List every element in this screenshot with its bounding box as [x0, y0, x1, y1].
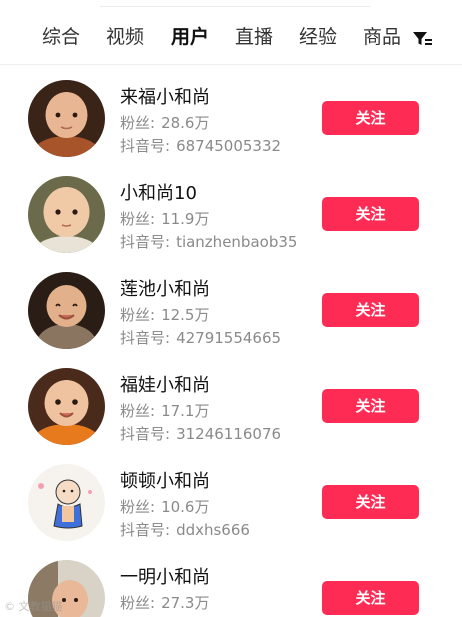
- fans-count: 粉丝: 12.5万: [120, 304, 209, 325]
- douyin-id: 抖音号: 42791554665: [120, 327, 281, 348]
- fans-label: 粉丝:: [120, 594, 156, 612]
- follow-button[interactable]: 关注: [322, 581, 419, 615]
- user-row[interactable]: 莲池小和尚 粉丝: 12.5万 抖音号: 42791554665 关注: [0, 258, 462, 354]
- watermark: © 文教猫猫: [4, 600, 63, 613]
- tab-users[interactable]: 用户: [171, 24, 209, 50]
- filter-icon[interactable]: [411, 28, 433, 50]
- douyin-value: 31246116076: [176, 425, 282, 443]
- user-name: 福娃小和尚: [120, 375, 210, 396]
- tab-comprehensive[interactable]: 综合: [42, 24, 80, 50]
- douyin-label: 抖音号:: [120, 521, 171, 539]
- user-name: 来福小和尚: [120, 87, 210, 108]
- user-name: 一明小和尚: [120, 567, 210, 588]
- fans-count: 粉丝: 17.1万: [120, 400, 209, 421]
- douyin-label: 抖音号:: [120, 137, 171, 155]
- douyin-value: 42791554665: [176, 329, 282, 347]
- fans-label: 粉丝:: [120, 114, 156, 132]
- avatar[interactable]: [28, 272, 105, 349]
- douyin-label: 抖音号:: [120, 425, 171, 443]
- douyin-label: 抖音号:: [120, 329, 171, 347]
- tab-experience[interactable]: 经验: [299, 24, 337, 50]
- fans-count: 粉丝: 28.6万: [120, 112, 209, 133]
- fans-label: 粉丝:: [120, 210, 156, 228]
- top-divider: [100, 6, 370, 7]
- fans-count: 粉丝: 27.3万: [120, 592, 209, 613]
- douyin-id: 抖音号: 31246116076: [120, 423, 281, 444]
- douyin-value: ddxhs666: [176, 521, 250, 539]
- search-results-screen: 综合 视频 用户 直播 经验 商品 来福小和尚 粉丝: 28.6万 抖音号: 6…: [0, 0, 462, 617]
- user-name: 莲池小和尚: [120, 279, 210, 300]
- follow-button[interactable]: 关注: [322, 389, 419, 423]
- fans-value: 12.5万: [161, 306, 210, 324]
- tab-products[interactable]: 商品: [363, 24, 401, 50]
- douyin-id: 抖音号: ddxhs666: [120, 519, 250, 540]
- tab-live[interactable]: 直播: [235, 24, 273, 50]
- search-tabs: 综合 视频 用户 直播 经验 商品: [0, 14, 462, 64]
- follow-button[interactable]: 关注: [322, 101, 419, 135]
- user-row[interactable]: 来福小和尚 粉丝: 28.6万 抖音号: 68745005332 关注: [0, 66, 462, 162]
- douyin-label: 抖音号:: [120, 233, 171, 251]
- avatar[interactable]: [28, 464, 105, 541]
- fans-value: 10.6万: [161, 498, 210, 516]
- douyin-id: 抖音号: 68745005332: [120, 135, 281, 156]
- tab-videos[interactable]: 视频: [106, 24, 144, 50]
- follow-button[interactable]: 关注: [322, 485, 419, 519]
- follow-button[interactable]: 关注: [322, 293, 419, 327]
- fans-value: 27.3万: [161, 594, 210, 612]
- fans-label: 粉丝:: [120, 306, 156, 324]
- follow-button[interactable]: 关注: [322, 197, 419, 231]
- avatar[interactable]: [28, 176, 105, 253]
- fans-count: 粉丝: 11.9万: [120, 208, 209, 229]
- user-row[interactable]: 顿顿小和尚 粉丝: 10.6万 抖音号: ddxhs666 关注: [0, 450, 462, 546]
- fans-count: 粉丝: 10.6万: [120, 496, 209, 517]
- fans-label: 粉丝:: [120, 498, 156, 516]
- fans-value: 17.1万: [161, 402, 210, 420]
- douyin-id: 抖音号: tianzhenbaob35: [120, 231, 297, 252]
- fans-label: 粉丝:: [120, 402, 156, 420]
- user-name: 小和尚10: [120, 183, 197, 204]
- fans-value: 28.6万: [161, 114, 210, 132]
- avatar[interactable]: [28, 368, 105, 445]
- douyin-value: tianzhenbaob35: [176, 233, 298, 251]
- user-name: 顿顿小和尚: [120, 471, 210, 492]
- tabs-divider: [0, 64, 462, 65]
- douyin-value: 68745005332: [176, 137, 282, 155]
- user-row[interactable]: 小和尚10 粉丝: 11.9万 抖音号: tianzhenbaob35 关注: [0, 162, 462, 258]
- fans-value: 11.9万: [161, 210, 210, 228]
- user-row[interactable]: 一明小和尚 粉丝: 27.3万 关注: [0, 546, 462, 617]
- user-row[interactable]: 福娃小和尚 粉丝: 17.1万 抖音号: 31246116076 关注: [0, 354, 462, 450]
- avatar[interactable]: [28, 80, 105, 157]
